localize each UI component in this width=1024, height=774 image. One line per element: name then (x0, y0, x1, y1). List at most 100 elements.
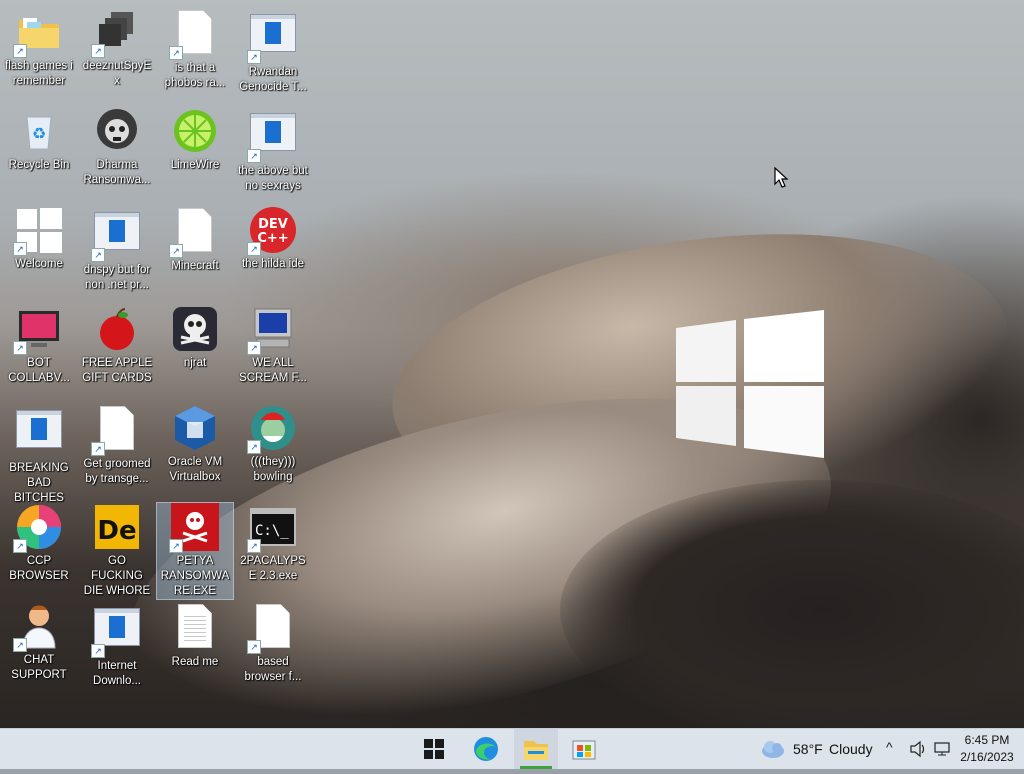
shortcut-arrow-icon: ↗ (247, 539, 261, 553)
desktop-icon-chat-support[interactable]: ↗ CHAT SUPPORT (1, 602, 77, 683)
red-skull-icon: ↗ (169, 503, 219, 553)
icon-label: FREE APPLE GIFT CARDS (81, 357, 153, 384)
chevron-up-icon[interactable]: ^ (886, 739, 893, 755)
file-explorer-icon (524, 741, 548, 760)
app-window-icon: ↗ (91, 212, 141, 262)
shortcut-arrow-icon: ↗ (247, 341, 261, 355)
desktop-icon-based-browser[interactable]: ↗ based browser f... (235, 602, 311, 685)
desktop-icon-njrat[interactable]: njrat (157, 305, 233, 371)
desktop-icon-free-apple[interactable]: FREE APPLE GIFT CARDS (79, 305, 155, 386)
lime-icon (171, 107, 219, 155)
blank-file-icon: ↗ (247, 604, 297, 654)
start-button[interactable] (412, 729, 456, 769)
icon-label: Get groomed by transge... (83, 458, 151, 485)
shortcut-arrow-icon: ↗ (13, 44, 27, 58)
desktop-icon-dharma[interactable]: Dharma Ransomwa... (79, 107, 155, 188)
windows-logo-icon: ↗ (13, 206, 63, 256)
icon-label: deeznutSpyEx (82, 60, 152, 87)
desktop-icon-welcome[interactable]: ↗ Welcome (1, 206, 77, 272)
desktop-icon-2pacalypse[interactable]: C:\_ ↗ 2PACALYPSE 2.3.exe (235, 503, 311, 584)
desktop-icon-rwandan[interactable]: ↗ Rwandan Genocide T... (235, 8, 311, 95)
text-file-icon (171, 604, 219, 652)
icon-label: 2PACALYPSE 2.3.exe (240, 555, 306, 582)
icon-label: Rwandan Genocide T... (239, 66, 307, 93)
dev-cpp-icon: DEV C++ ↗ (247, 206, 297, 256)
icon-label: WE ALL SCREAM F... (239, 357, 307, 384)
icon-label: LimeWire (170, 159, 220, 171)
store-button[interactable] (562, 729, 606, 769)
desktop-icon-get-groomed[interactable]: ↗ Get groomed by transge... (79, 404, 155, 487)
svg-text:C:\_: C:\_ (255, 523, 289, 539)
cloud-icon (762, 741, 784, 758)
pinwheel-icon: ↗ (13, 503, 63, 553)
taskbar: 58°F Cloudy ^ 6:45 PM 2/16/2023 (0, 728, 1024, 769)
icon-label: the hilda ide (241, 258, 305, 270)
windows-wallpaper-logo (676, 310, 824, 458)
svg-text:♻: ♻ (32, 124, 46, 143)
app-window-icon: ↗ (247, 14, 297, 64)
old-computer-icon: ↗ (247, 305, 297, 355)
desktop-icon-minecraft[interactable]: ↗ Minecraft (157, 206, 233, 274)
store-icon (572, 740, 596, 760)
icon-label: dnspy but for non .net pr... (83, 264, 151, 291)
app-window-icon: ↗ (91, 608, 141, 658)
desktop-icon-go-die[interactable]: De GO FUCKING DIE WHORE (79, 503, 155, 599)
file-explorer-button[interactable] (514, 729, 558, 769)
shortcut-arrow-icon: ↗ (13, 638, 27, 652)
shortcut-arrow-icon: ↗ (91, 44, 105, 58)
desktop[interactable]: ↗ flash games i remember ♻ Recycle Bin ↗… (0, 0, 1024, 728)
de-icon: De (93, 503, 141, 551)
shortcut-arrow-icon: ↗ (91, 442, 105, 456)
desktop-icon-petya[interactable]: ↗ PETYA RANSOMWARE.EXE (156, 502, 234, 600)
doctor-icon: ↗ (13, 602, 63, 652)
icon-label: the above but no sexrays (238, 165, 308, 192)
icon-label: CHAT SUPPORT (11, 654, 67, 681)
shortcut-arrow-icon: ↗ (169, 244, 183, 258)
desktop-icon-read-me[interactable]: Read me (157, 602, 233, 670)
blank-file-icon: ↗ (169, 208, 219, 258)
desktop-icon-ccp-browser[interactable]: ↗ CCP BROWSER (1, 503, 77, 584)
shortcut-arrow-icon: ↗ (169, 46, 183, 60)
desktop-icon-breaking-bad[interactable]: BREAKING BAD BITCHES (1, 404, 77, 506)
desktop-icon-they-bowling[interactable]: ↗ (((they))) bowling (235, 404, 311, 485)
desktop-icon-deeznutspyex[interactable]: ↗ deeznutSpyEx (79, 8, 155, 89)
edge-icon (474, 737, 498, 761)
desktop-icon-flash-games[interactable]: ↗ flash games i remember (1, 8, 77, 89)
shortcut-arrow-icon: ↗ (247, 242, 261, 256)
desktop-icon-hilda-ide[interactable]: DEV C++ ↗ the hilda ide (235, 206, 311, 272)
network-icon[interactable] (933, 740, 951, 758)
icon-label: Welcome (15, 258, 63, 270)
desktop-icon-recycle-bin[interactable]: ♻ Recycle Bin (1, 107, 77, 173)
shortcut-arrow-icon: ↗ (247, 149, 261, 163)
shortcut-arrow-icon: ↗ (169, 539, 183, 553)
icon-label: BOT COLLABV... (8, 357, 70, 384)
shortcut-arrow-icon: ↗ (91, 248, 105, 262)
desktop-icon-virtualbox[interactable]: Oracle VM Virtualbox (157, 404, 233, 485)
icon-label: njrat (183, 357, 207, 369)
icon-label: based browser f... (244, 656, 302, 683)
shortcut-arrow-icon: ↗ (247, 50, 261, 64)
recycle-bin-icon: ♻ (15, 107, 63, 155)
icon-label: (((they))) bowling (250, 456, 296, 483)
desktop-icon-bot-collab[interactable]: ↗ BOT COLLABV... (1, 305, 77, 386)
blank-file-icon: ↗ (169, 10, 219, 60)
icon-label: Read me (171, 656, 219, 668)
icon-label: PETYA RANSOMWARE.EXE (160, 555, 230, 597)
desktop-icon-we-all-scream[interactable]: ↗ WE ALL SCREAM F... (235, 305, 311, 386)
desktop-icon-limewire[interactable]: LimeWire (157, 107, 233, 173)
icon-label: flash games i remember (5, 60, 73, 87)
icon-label: Dharma Ransomwa... (83, 159, 151, 186)
svg-text:DEV: DEV (258, 217, 288, 232)
icon-label: CCP BROWSER (9, 555, 69, 582)
icon-label: GO FUCKING DIE WHORE (83, 555, 151, 597)
desktop-icon-above-but[interactable]: ↗ the above but no sexrays (235, 107, 311, 194)
desktop-icon-dnspy[interactable]: ↗ dnspy but for non .net pr... (79, 206, 155, 293)
volume-icon[interactable] (909, 740, 927, 758)
desktop-icon-phobos[interactable]: ↗ is that a phobos ra... (157, 8, 233, 91)
desktop-icon-internet-downloader[interactable]: ↗ Internet Downlo... (79, 602, 155, 689)
app-window-icon (15, 410, 63, 458)
weather-widget[interactable]: 58°F Cloudy (758, 737, 878, 761)
edge-button[interactable] (464, 729, 508, 769)
icon-label: Internet Downlo... (93, 660, 141, 687)
shortcut-arrow-icon: ↗ (13, 539, 27, 553)
